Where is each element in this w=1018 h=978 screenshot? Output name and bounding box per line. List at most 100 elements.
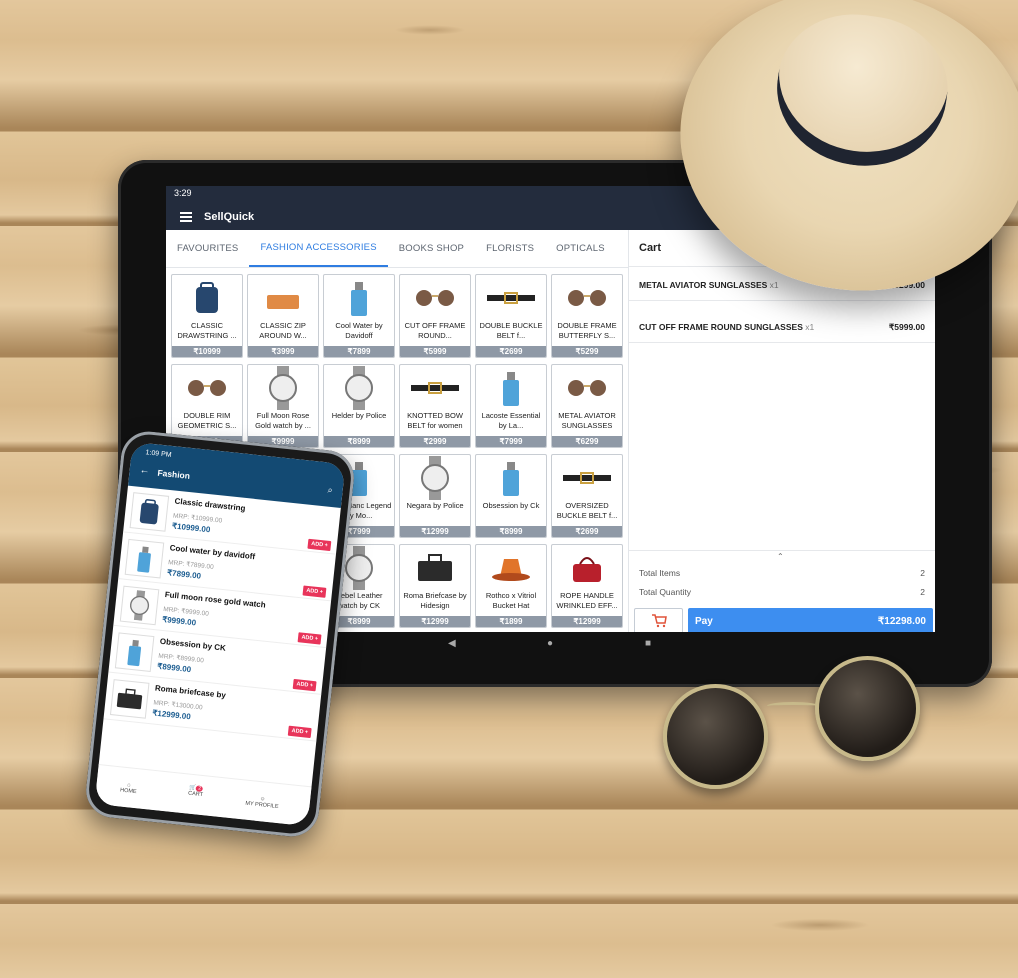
product-name: CUT OFF FRAME ROUND... [404, 321, 466, 340]
product-price: ₹1899 [476, 616, 546, 627]
nav-profile[interactable]: ☺ MY PROFILE [245, 795, 279, 810]
tab-favourites[interactable]: FAVOURITES [166, 230, 249, 267]
cart-title: Cart [639, 242, 662, 254]
nav-cart[interactable]: 🛒2 CART [188, 785, 204, 798]
product-price: ₹6299 [552, 436, 622, 447]
product-card[interactable]: Negara by Police ₹12999 [399, 454, 471, 538]
add-to-cart-button[interactable]: ADD + [297, 632, 322, 645]
product-price: ₹3999 [248, 346, 318, 357]
phone-item-name: Classic drawstring [174, 496, 246, 513]
product-card[interactable]: KNOTTED BOW BELT for women ₹2999 [399, 364, 471, 448]
back-icon[interactable]: ◀ [448, 638, 456, 649]
product-card[interactable]: METAL AVIATOR SUNGLASSES ₹6299 [551, 364, 623, 448]
phone-status-time: 1:09 PM [145, 449, 172, 459]
cart-item-qty: x1 [769, 280, 779, 290]
product-price: ₹10999 [172, 346, 242, 357]
product-card[interactable]: CLASSIC DRAWSTRING ... ₹10999 [171, 274, 243, 358]
watch-icon [400, 455, 470, 501]
right-lens [815, 656, 920, 761]
divider [629, 342, 935, 343]
product-name: DOUBLE FRAME BUTTERFLY S... [557, 321, 617, 340]
tab-books-shop[interactable]: BOOKS SHOP [388, 230, 475, 267]
product-name: ROPE HANDLE WRINKLED EFF... [556, 591, 618, 610]
add-to-cart-button[interactable]: ADD + [302, 585, 327, 598]
product-card[interactable]: Lacoste Essential by La... ₹7999 [475, 364, 547, 448]
perfume-icon [114, 632, 155, 672]
product-card[interactable]: DOUBLE BUCKLE BELT f... ₹2699 [475, 274, 547, 358]
product-name: DOUBLE RIM GEOMETRIC S... [177, 411, 237, 430]
tab-florists[interactable]: FLORISTS [475, 230, 545, 267]
add-to-cart-button[interactable]: ADD + [293, 678, 317, 692]
product-card[interactable]: CLASSIC ZIP AROUND W... ₹3999 [247, 274, 319, 358]
cart-item-price: ₹5999.00 [888, 322, 925, 332]
tab-opticals[interactable]: OPTICALS [545, 230, 616, 267]
phone-screen: 1:09 PM ← Fashion ⌕ Classic drawstring MR… [94, 441, 346, 827]
total-items-label: Total Items [639, 568, 681, 578]
nav-home[interactable]: ⌂ HOME [120, 781, 138, 795]
cart-line-item[interactable]: CUT OFF FRAME ROUND SUNGLASSES x1 ₹5999.… [639, 322, 925, 333]
product-card[interactable]: ROPE HANDLE WRINKLED EFF... ₹12999 [551, 544, 623, 628]
total-items-value: 2 [920, 568, 925, 578]
product-card[interactable]: Rothco x Vitriol Bucket Hat ₹1899 [475, 544, 547, 628]
phone-product-list: Classic drawstring MRP: ₹10999.00 ₹10999.0… [103, 485, 341, 742]
add-to-cart-button[interactable]: ADD + [288, 725, 312, 739]
category-tabs: FAVOURITES FASHION ACCESSORIES BOOKS SHO… [166, 230, 628, 268]
product-card[interactable]: Obsession by Ck ₹8999 [475, 454, 547, 538]
briefcase-icon [109, 679, 150, 719]
phone-item-price: ₹9999.00 [161, 614, 197, 628]
product-card[interactable]: Full Moon Rose Gold watch by ... ₹9999 [247, 364, 319, 448]
sunglasses-icon [400, 275, 470, 321]
cart-options-button[interactable] [634, 608, 683, 634]
wallet-icon [248, 275, 318, 321]
product-name: DOUBLE BUCKLE BELT f... [479, 321, 543, 340]
perfume-icon [324, 275, 394, 321]
product-card[interactable]: Cool Water by Davidoff ₹7899 [323, 274, 395, 358]
total-quantity-label: Total Quantity [639, 587, 691, 597]
backpack-icon [172, 275, 242, 321]
back-arrow-icon[interactable]: ← [139, 465, 150, 477]
product-card[interactable]: OVERSIZED BUCKLE BELT f... ₹2699 [551, 454, 623, 538]
briefcase-icon [400, 545, 470, 591]
product-name: Obsession by Ck [482, 501, 540, 510]
expand-chevron-icon[interactable]: ⌃ [777, 552, 784, 561]
product-name: METAL AVIATOR SUNGLASSES [558, 411, 616, 430]
nav-cart-label: CART [187, 790, 204, 799]
hamburger-menu-icon[interactable] [180, 212, 192, 222]
pay-label: Pay [695, 615, 713, 627]
status-time: 3:29 [174, 188, 192, 198]
product-price: ₹5999 [400, 346, 470, 357]
product-card[interactable]: DOUBLE FRAME BUTTERFLY S... ₹5299 [551, 274, 623, 358]
pay-button[interactable]: Pay ₹12298.00 [688, 608, 933, 634]
phone-device: 1:09 PM ← Fashion ⌕ Classic drawstring MR… [83, 428, 357, 840]
total-quantity-value: 2 [920, 587, 925, 597]
watch-icon [324, 365, 394, 411]
backpack-icon [129, 492, 170, 532]
product-price: ₹12999 [400, 526, 470, 537]
hat-crown [767, 4, 957, 177]
belt-icon [400, 365, 470, 411]
perfume-icon [124, 538, 165, 579]
product-card[interactable]: CUT OFF FRAME ROUND... ₹5999 [399, 274, 471, 358]
phone-item-name: Roma briefcase by [154, 683, 227, 700]
home-icon[interactable]: ● [547, 638, 553, 649]
product-name: Lacoste Essential by La... [481, 411, 541, 430]
perfume-icon [476, 365, 546, 411]
add-to-cart-button[interactable]: ADD + [307, 538, 332, 552]
handbag-icon [552, 545, 622, 591]
tab-fashion-accessories[interactable]: FASHION ACCESSORIES [249, 230, 388, 267]
product-name: KNOTTED BOW BELT for women [407, 411, 463, 430]
product-price: ₹8999 [324, 436, 394, 447]
phone-item-name: Cool water by davidoff [169, 543, 256, 562]
recents-icon[interactable]: ■ [645, 638, 651, 649]
phone-bottom-nav: ⌂ HOME 🛒2 CART ☺ MY PROFILE [94, 764, 312, 827]
pay-amount: ₹12298.00 [877, 615, 926, 627]
product-price: ₹7899 [324, 346, 394, 357]
product-price: ₹2699 [552, 526, 622, 537]
product-price: ₹2699 [476, 346, 546, 357]
phone-item-price: ₹10999.00 [171, 521, 211, 535]
nav-home-label: HOME [119, 787, 137, 796]
product-card[interactable]: Roma Briefcase by Hidesign ₹12999 [399, 544, 471, 628]
product-price: ₹8999 [476, 526, 546, 537]
search-icon[interactable]: ⌕ [327, 484, 333, 495]
product-card[interactable]: Helder by Police ₹8999 [323, 364, 395, 448]
